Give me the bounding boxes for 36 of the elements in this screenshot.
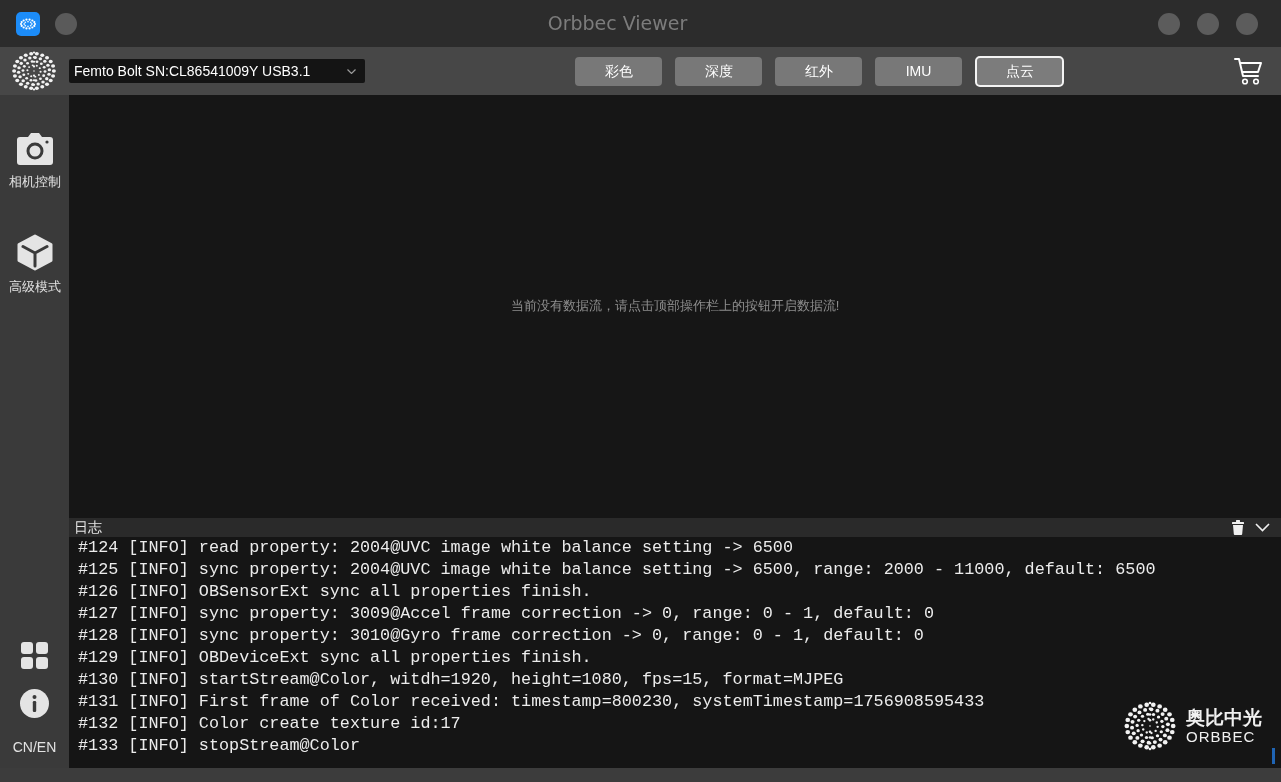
logo-name-latin: ORBBEC	[1186, 729, 1256, 745]
log-line: #132 [INFO] Color create texture id:17	[78, 713, 461, 735]
log-line: #130 [INFO] startStream@Color, witdh=1920, height=1080, fps=15, format=MJPEG	[78, 669, 844, 691]
log-line: #129 [INFO] OBDeviceExt sync all properties finish.	[78, 647, 592, 669]
trash-icon[interactable]	[1232, 520, 1244, 535]
sidebar-item[interactable]: 相机控制	[8, 132, 61, 192]
log-title: 日志	[74, 518, 102, 537]
cube-icon	[15, 233, 54, 271]
stream-tab[interactable]: 红外	[775, 56, 862, 86]
log-line: #124 [INFO] read property: 2004@UVC image white balance setting -> 6500	[78, 537, 793, 559]
orbbec-logo-icon	[10, 50, 58, 92]
window-title: Orbbec Viewer	[547, 11, 688, 37]
log-line: #131 [INFO] First frame of Color received: timestamp=800230, systemTimestamp=1756908595433	[78, 691, 985, 713]
sidebar-item[interactable]: 高级模式	[8, 233, 61, 296]
scrollbar-thumb[interactable]	[1272, 748, 1275, 764]
no-stream-message: 当前没有数据流，请点击顶部操作栏上的按钮开启数据流!	[510, 296, 840, 315]
app-icon	[16, 11, 40, 36]
grid-icon[interactable]	[21, 642, 48, 669]
stream-tab[interactable]: 点云	[975, 55, 1064, 87]
stream-tab[interactable]: 深度	[675, 56, 762, 86]
log-line: #127 [INFO] sync property: 3009@Accel frame correction -> 0, range: 0 - 1, default: 0	[78, 603, 934, 625]
log-line: #126 [INFO] OBSensorExt sync all properties finish.	[78, 581, 592, 603]
orbbec-logo-icon	[1122, 700, 1178, 752]
log-line: #125 [INFO] sync property: 2004@UVC image white balance setting -> 6500, range: 2000 - 11000, default: 6500	[78, 559, 1156, 581]
info-icon[interactable]	[20, 689, 49, 718]
caret-icon	[347, 68, 356, 74]
stream-tab[interactable]: 彩色	[575, 56, 662, 86]
camera-icon	[15, 132, 54, 166]
stream-tab[interactable]: IMU	[875, 56, 962, 86]
logo-name-chinese: 奥比中光	[1186, 707, 1262, 729]
device-select[interactable]: Femto Bolt SN:CL86541009Y USB3.1	[69, 59, 365, 83]
language-toggle[interactable]: CN/EN	[12, 737, 57, 758]
cart-icon[interactable]	[1234, 57, 1262, 85]
log-line: #133 [INFO] stopStream@Color	[78, 735, 360, 757]
chevron-down-icon[interactable]	[1255, 523, 1270, 532]
log-line: #128 [INFO] sync property: 3010@Gyro frame correction -> 0, range: 0 - 1, default: 0	[78, 625, 924, 647]
